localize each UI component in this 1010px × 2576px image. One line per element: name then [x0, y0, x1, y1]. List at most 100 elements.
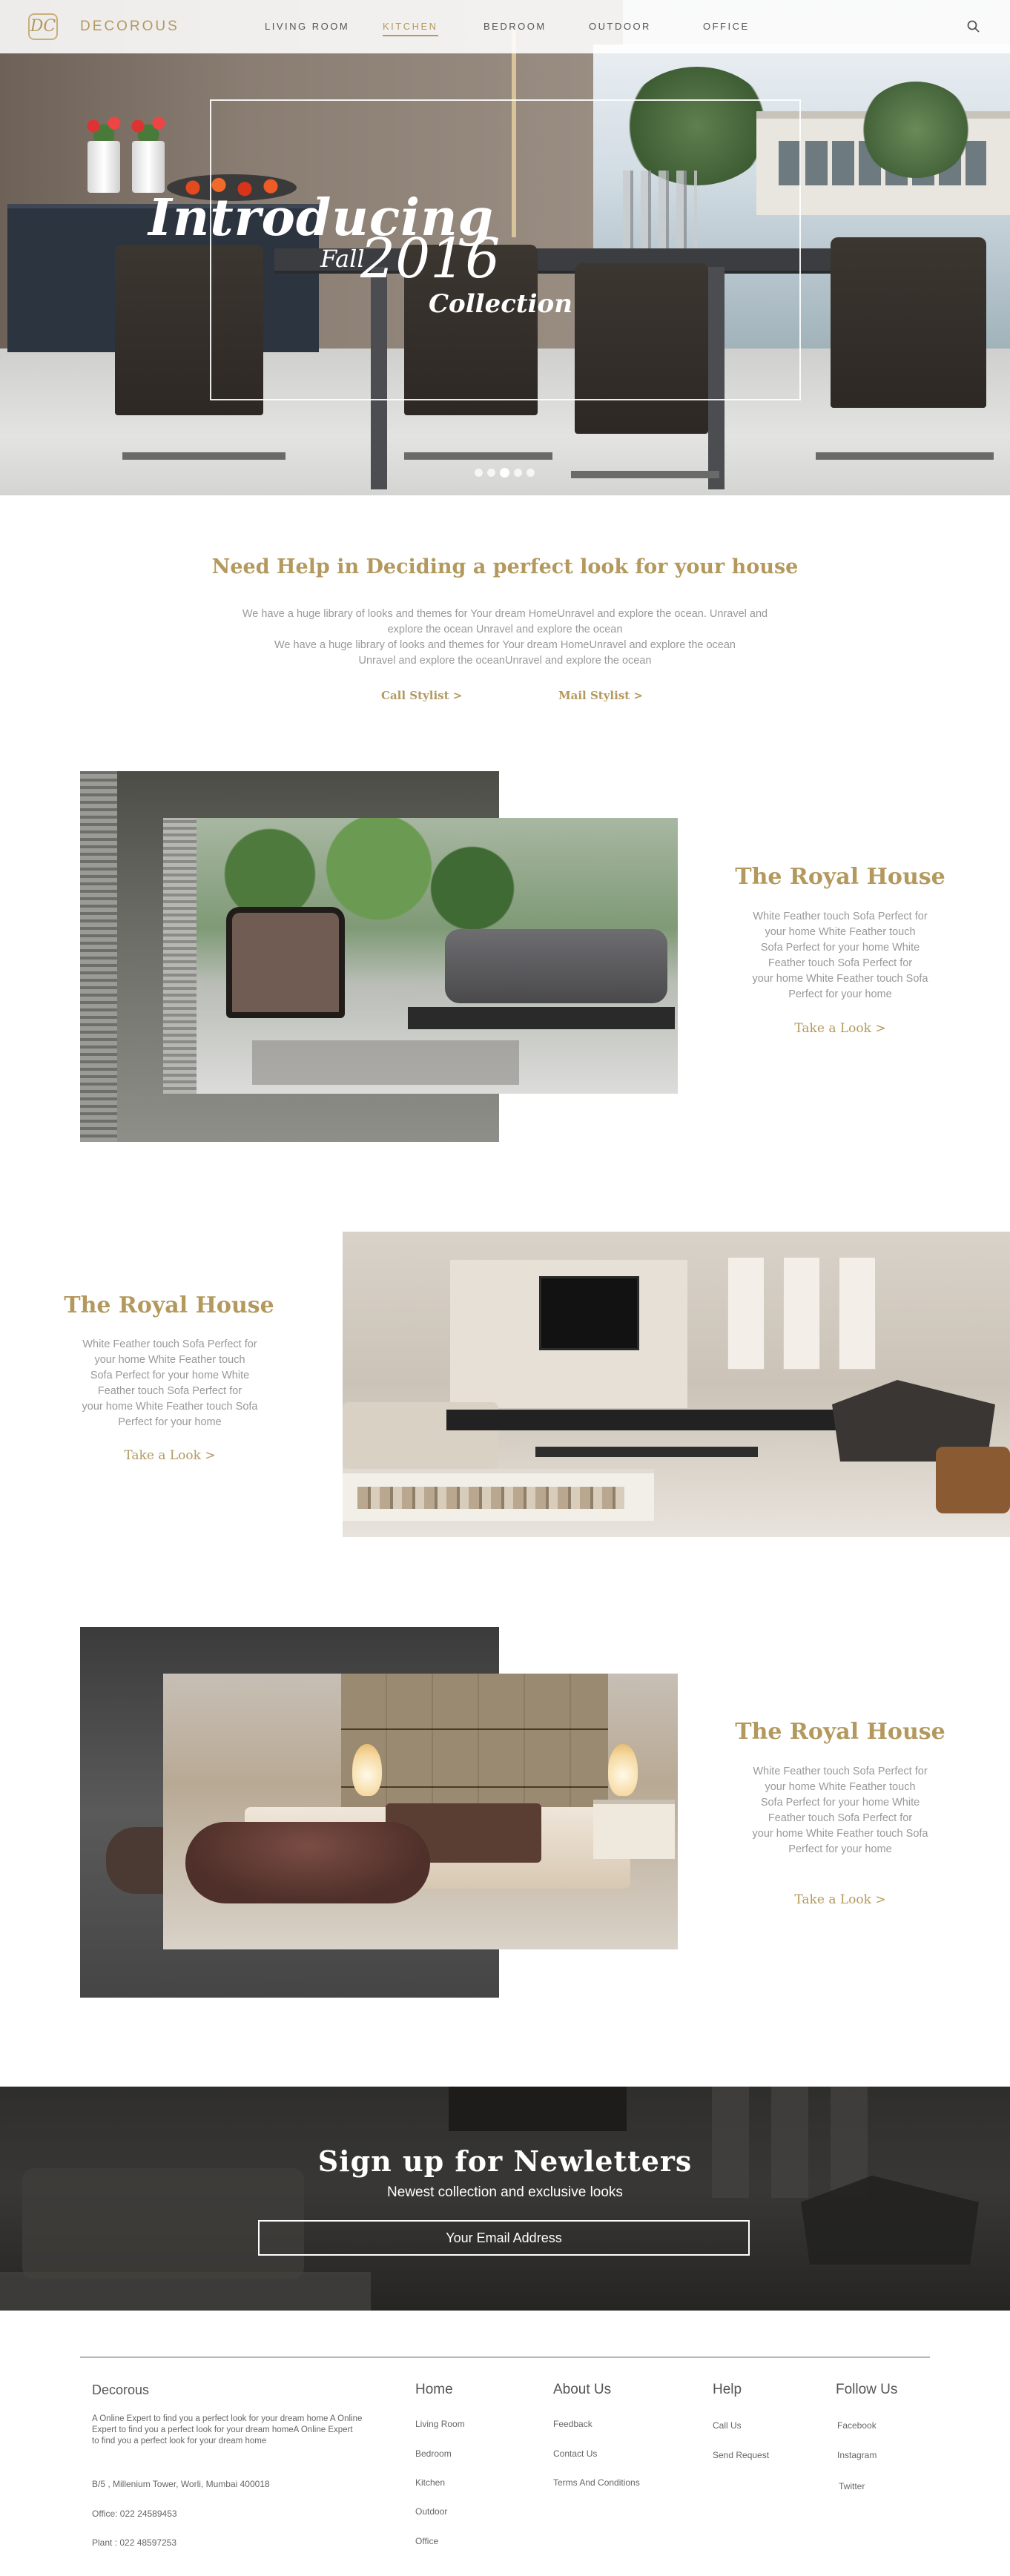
wall-panel: [784, 1258, 819, 1369]
help-text-line: explore the ocean Unravel and explore th…: [387, 624, 623, 635]
hero-chair: [831, 237, 986, 408]
feature-desc-line: Sofa Perfect for your home White: [90, 1370, 250, 1381]
footer-link-twitter[interactable]: Twitter: [839, 2481, 865, 2491]
feature-desc-line: Sofa Perfect for your home White: [760, 942, 920, 954]
footer-link-outdoor[interactable]: Outdoor: [415, 2506, 447, 2517]
logo-text[interactable]: DECOROUS: [80, 19, 179, 35]
call-stylist-link[interactable]: Call Stylist >: [381, 689, 462, 702]
coffee-table: [408, 1007, 675, 1029]
newsletter-subtitle: Newest collection and exclusive looks: [387, 2184, 623, 2200]
top-nav: DC DECOROUS LIVING ROOM KITCHEN BEDROOM …: [0, 0, 1010, 53]
footer-office-phone: Office: 022 24589453: [92, 2509, 177, 2519]
slider-dot[interactable]: [475, 469, 483, 477]
help-text-line: We have a huge library of looks and them…: [242, 608, 768, 620]
feature-desc-line: your home White Feather touch: [765, 1781, 916, 1793]
feature-1-title: The Royal House: [735, 864, 945, 890]
footer-link-office[interactable]: Office: [415, 2536, 438, 2546]
hero-year-text: 2016: [360, 227, 501, 291]
footer-link-facebook[interactable]: Facebook: [837, 2420, 877, 2431]
hero-chair-base: [404, 452, 552, 460]
hero-vase: [132, 141, 165, 193]
hero-collection-text: Collection: [429, 289, 572, 319]
footer-col-about-title[interactable]: About Us: [553, 2382, 611, 2398]
feature-desc-line: Feather touch Sofa Perfect for: [768, 1812, 913, 1824]
help-text-line: Unravel and explore the oceanUnravel and…: [358, 655, 652, 667]
feature-desc-line: your home White Feather touch: [94, 1354, 245, 1366]
feature-desc-line: White Feather touch Sofa Perfect for: [753, 911, 928, 922]
feature-2-take-a-look-link[interactable]: Take a Look >: [46, 1448, 294, 1463]
slider-dot[interactable]: [527, 469, 535, 477]
nightstand: [593, 1800, 675, 1859]
feature-desc-line: your home White Feather touch: [765, 926, 916, 938]
slider-dot[interactable]: [514, 469, 522, 477]
footer-link-feedback[interactable]: Feedback: [553, 2419, 593, 2429]
feature-desc-line: your home White Feather touch Sofa: [752, 973, 928, 985]
wall-panel: [839, 1258, 875, 1369]
footer-link-call-us[interactable]: Call Us: [713, 2420, 742, 2431]
feature-desc-line: White Feather touch Sofa Perfect for: [82, 1338, 257, 1350]
feature-1-description: White Feather touch Sofa Perfect for you…: [716, 909, 964, 1003]
mail-stylist-link[interactable]: Mail Stylist >: [558, 689, 643, 702]
hero-chair-base: [816, 452, 994, 460]
footer-col-home-title[interactable]: Home: [415, 2382, 453, 2398]
leather-bench: [185, 1822, 430, 1903]
feature-3-title: The Royal House: [735, 1719, 945, 1745]
curtain: [163, 818, 197, 1094]
feature-2-description: White Feather touch Sofa Perfect for you…: [46, 1337, 294, 1430]
tv-console: [446, 1410, 862, 1430]
footer-link-living-room[interactable]: Living Room: [415, 2419, 465, 2429]
feature-desc-line: Feather touch Sofa Perfect for: [97, 1385, 242, 1397]
feature-desc-line: Perfect for your home: [788, 988, 892, 1000]
logo-icon[interactable]: DC: [28, 13, 58, 40]
coffee-table: [535, 1447, 758, 1457]
nav-office[interactable]: OFFICE: [703, 21, 750, 32]
feature-desc-line: Sofa Perfect for your home White: [760, 1797, 920, 1809]
footer-link-instagram[interactable]: Instagram: [837, 2450, 877, 2460]
footer-link-send-request[interactable]: Send Request: [713, 2450, 769, 2460]
footer-link-contact-us[interactable]: Contact Us: [553, 2448, 597, 2459]
footer-about-line: Expert to find you a perfect look for yo…: [92, 2425, 353, 2434]
feature-desc-line: your home White Feather touch Sofa: [82, 1401, 258, 1413]
newsletter-title: Sign up for Newletters: [317, 2144, 693, 2178]
feature-3-description: White Feather touch Sofa Perfect for you…: [716, 1764, 964, 1857]
footer-brand: Decorous: [92, 2382, 150, 2397]
newsletter-email-input[interactable]: [258, 2220, 750, 2256]
rug: [252, 1040, 519, 1085]
nav-living-room[interactable]: LIVING ROOM: [265, 21, 349, 32]
sofa: [445, 929, 667, 1003]
footer-link-terms[interactable]: Terms And Conditions: [553, 2477, 640, 2488]
footer-col-follow-title[interactable]: Follow Us: [836, 2382, 897, 2398]
table-lamp: [608, 1744, 638, 1796]
feature-1-take-a-look-link[interactable]: Take a Look >: [716, 1021, 964, 1036]
wall-panel: [728, 1258, 764, 1369]
footer-divider: [80, 2357, 930, 2358]
hero-flowers: [122, 111, 174, 141]
feature-1-front-image: [163, 818, 678, 1094]
leather-pouf: [936, 1447, 1010, 1513]
feature-2-image: [343, 1232, 1010, 1537]
slider-dot[interactable]: [487, 469, 495, 477]
table-lamp: [352, 1744, 382, 1796]
feature-desc-line: Perfect for your home: [118, 1416, 222, 1428]
feature-desc-line: Perfect for your home: [788, 1843, 892, 1855]
nav-kitchen[interactable]: KITCHEN: [383, 21, 438, 36]
nav-bedroom[interactable]: BEDROOM: [483, 21, 547, 32]
feature-2-title: The Royal House: [64, 1292, 274, 1318]
search-icon[interactable]: [966, 19, 981, 34]
help-description: We have a huge library of looks and them…: [193, 607, 817, 669]
hero-tree: [860, 82, 971, 178]
footer-address: B/5 , Millenium Tower, Worli, Mumbai 400…: [92, 2479, 270, 2489]
feature-desc-line: your home White Feather touch Sofa: [752, 1828, 928, 1840]
feature-desc-line: White Feather touch Sofa Perfect for: [753, 1766, 928, 1777]
feature-3-take-a-look-link[interactable]: Take a Look >: [716, 1892, 964, 1907]
footer-col-help-title[interactable]: Help: [713, 2382, 742, 2398]
armchair: [226, 907, 345, 1018]
nav-outdoor[interactable]: OUTDOOR: [589, 21, 651, 32]
footer-link-kitchen[interactable]: Kitchen: [415, 2477, 445, 2488]
bookshelf: [343, 1469, 654, 1521]
slider-dots: [475, 468, 535, 478]
hero-chair-base: [122, 452, 285, 460]
footer-about-line: A Online Expert to find you a perfect lo…: [92, 2414, 363, 2423]
slider-dot-active[interactable]: [500, 468, 509, 478]
footer-link-bedroom[interactable]: Bedroom: [415, 2448, 452, 2459]
